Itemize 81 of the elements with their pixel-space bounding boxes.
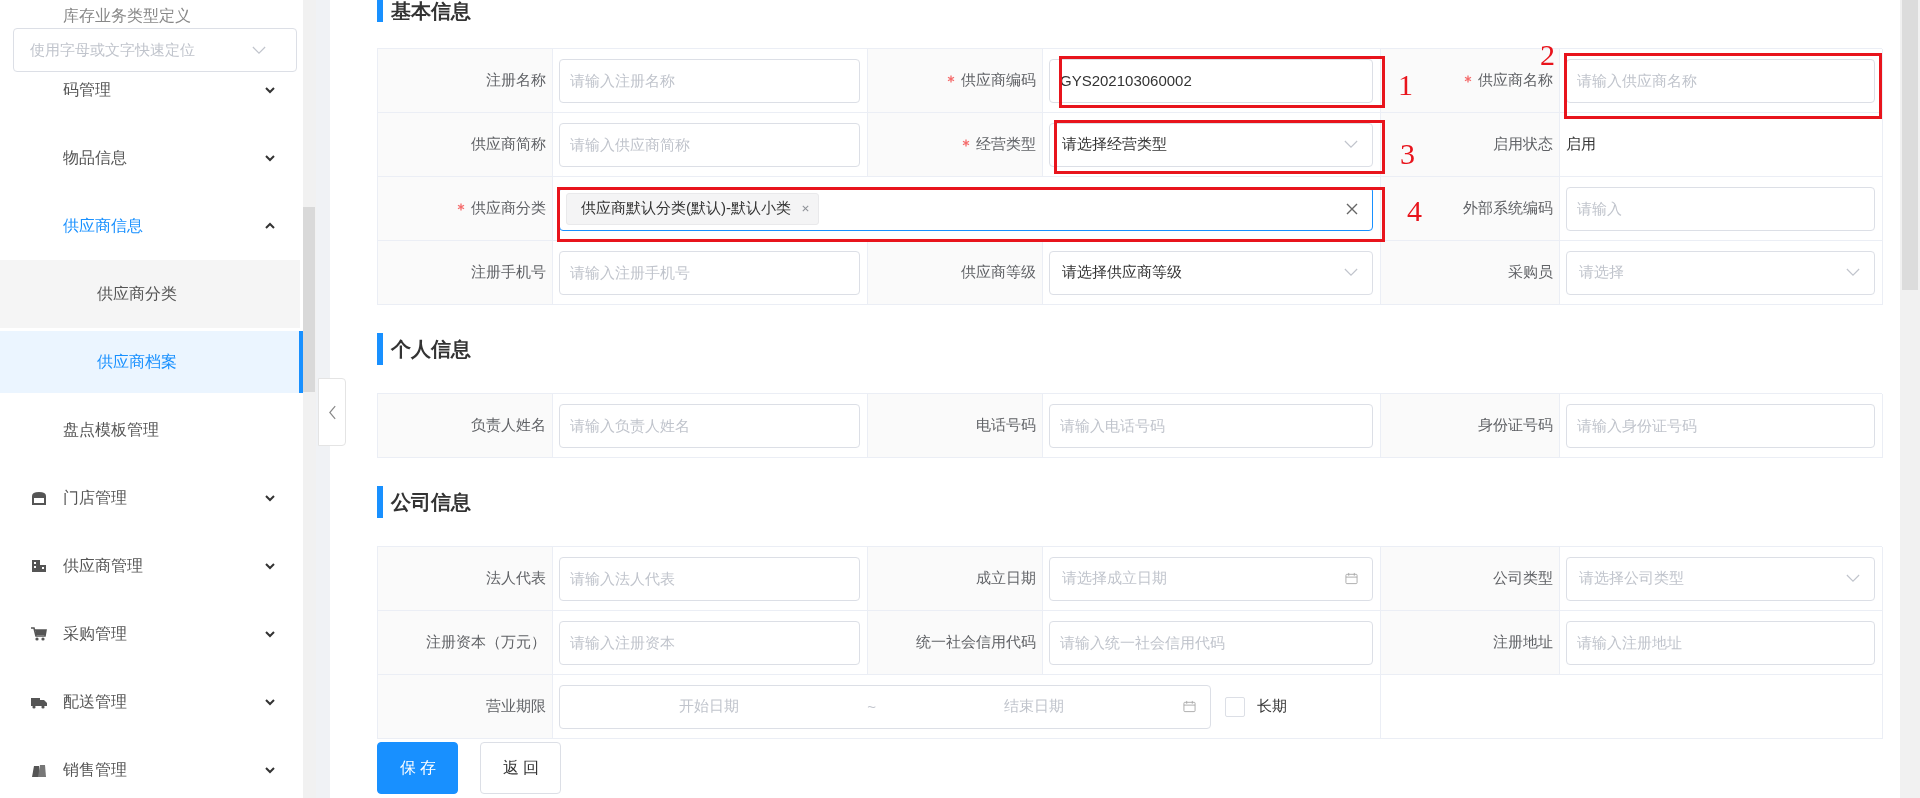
- building-icon: [31, 558, 47, 574]
- section-title: 公司信息: [377, 486, 1882, 518]
- field-label: 供应商简称: [471, 135, 546, 154]
- input-field[interactable]: 请输入注册名称: [559, 58, 860, 103]
- input-field[interactable]: 请输入: [1566, 186, 1875, 231]
- field-label: 采购员: [1508, 263, 1553, 282]
- menu-item[interactable]: 码管理: [0, 72, 303, 124]
- required-icon: [457, 203, 465, 211]
- field-label: 供应商分类: [457, 199, 546, 218]
- field-label: 营业期限: [486, 697, 546, 716]
- start-date-placeholder: 开始日期: [677, 697, 740, 716]
- required-icon: [962, 139, 970, 147]
- input-field[interactable]: 请输入注册地址: [1566, 620, 1875, 665]
- section-title: 个人信息: [377, 333, 1882, 365]
- input-field[interactable]: 请输入供应商简称: [559, 122, 860, 167]
- field-label: 电话号码: [976, 416, 1036, 435]
- input-field[interactable]: 请输入法人代表: [559, 556, 860, 601]
- field-label: 法人代表: [486, 569, 546, 588]
- chevron-down-icon: [1846, 268, 1860, 277]
- field-label: 供应商编码: [947, 71, 1036, 90]
- required-icon: [1464, 75, 1472, 83]
- field-label: 统一社会信用代码: [916, 633, 1036, 652]
- annotation-number: 1: [1398, 70, 1413, 100]
- section-title: 基本信息: [377, 0, 1882, 22]
- menu-item[interactable]: 物品信息: [0, 124, 303, 192]
- menu-item[interactable]: 盘点模板管理: [0, 396, 303, 464]
- field-label: 注册资本（万元）: [426, 633, 546, 652]
- chevron-down-icon: [1344, 140, 1358, 149]
- menu-item[interactable]: 采购管理: [0, 600, 303, 668]
- checkbox-label: 长期: [1257, 697, 1287, 716]
- field-label: 注册名称: [486, 71, 546, 90]
- input-field[interactable]: 请输入负责人姓名: [559, 403, 860, 448]
- annotation-number: 3: [1400, 139, 1415, 169]
- input-field[interactable]: 请输入注册手机号: [559, 250, 860, 295]
- input-field[interactable]: 请输入注册资本: [559, 620, 860, 665]
- field-label: 经营类型: [962, 135, 1036, 154]
- store-icon: [31, 490, 47, 506]
- input-field[interactable]: 请输入电话号码: [1049, 403, 1373, 448]
- checkbox[interactable]: [1225, 696, 1245, 717]
- submenu-item[interactable]: 供应商分类: [0, 260, 300, 328]
- annotation-number: 4: [1407, 196, 1422, 226]
- status-text: 启用: [1566, 135, 1596, 154]
- range-separator: ~: [867, 698, 876, 715]
- input-field[interactable]: 请输入供应商名称: [1566, 58, 1875, 103]
- clear-icon[interactable]: [1346, 202, 1358, 215]
- chevron-left-icon: [327, 404, 337, 420]
- required-icon: [947, 75, 955, 83]
- end-date-placeholder: 结束日期: [1003, 697, 1066, 716]
- field-label: 公司类型: [1493, 569, 1553, 588]
- field-label: 供应商名称: [1464, 71, 1553, 90]
- scrollbar[interactable]: [303, 0, 316, 798]
- input-field[interactable]: GYS202103060002: [1049, 58, 1373, 103]
- tag: 供应商默认分类(默认)-默认小类: [566, 192, 819, 225]
- input-field[interactable]: 请输入身份证号码: [1566, 403, 1875, 448]
- bag-icon: [31, 762, 47, 778]
- field-label: 注册手机号: [471, 263, 546, 282]
- annotation-number: 2: [1540, 40, 1555, 70]
- cart-icon: [31, 626, 47, 642]
- field-label: 注册地址: [1493, 633, 1553, 652]
- back-button[interactable]: 返回: [480, 742, 561, 794]
- field-label: 身份证号码: [1478, 416, 1553, 435]
- calendar-icon: [1183, 700, 1196, 713]
- menu-item[interactable]: 库存业务类型定义: [0, 0, 303, 28]
- field-label: 启用状态: [1493, 135, 1553, 154]
- scrollbar[interactable]: [1900, 0, 1920, 798]
- menu-item[interactable]: 配送管理: [0, 668, 303, 736]
- collapse-button[interactable]: [318, 378, 346, 446]
- select-field[interactable]: 请选择经营类型: [1049, 122, 1373, 167]
- field-label: 供应商等级: [961, 263, 1036, 282]
- menu-item[interactable]: 销售管理: [0, 736, 303, 798]
- field-label: 成立日期: [976, 569, 1036, 588]
- chevron-down-icon: [1344, 268, 1358, 277]
- tag-close-icon[interactable]: [801, 204, 810, 213]
- field-label: 外部系统编码: [1463, 199, 1553, 218]
- calendar-icon: [1345, 572, 1358, 585]
- chevron-down-icon: [252, 45, 266, 55]
- select-field[interactable]: 请选择供应商等级: [1049, 250, 1373, 295]
- field-label: 负责人姓名: [471, 416, 546, 435]
- chevron-down-icon: [1846, 574, 1860, 583]
- menu-item[interactable]: 门店管理: [0, 464, 303, 532]
- menu-item[interactable]: 供应商管理: [0, 532, 303, 600]
